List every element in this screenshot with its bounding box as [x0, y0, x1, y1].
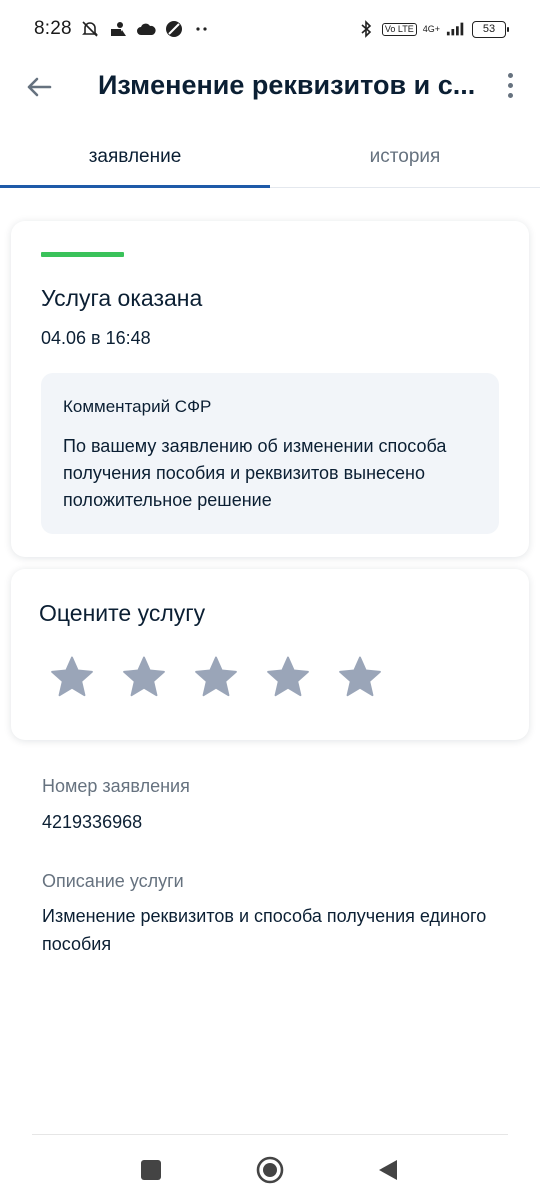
app-bar: Изменение реквизитов и с...	[0, 58, 540, 114]
application-number-value: 4219336968	[42, 812, 143, 832]
status-title: Услуга оказана	[41, 285, 203, 311]
comment-text: По вашему заявлению об изменении способа…	[63, 436, 447, 510]
rating-star-5[interactable]	[337, 654, 383, 700]
status-bar: 8:28 Vo LTE 4G+ 53	[0, 0, 540, 58]
app-notification-icon	[108, 19, 128, 39]
comment-title: Комментарий СФР	[63, 397, 212, 416]
star-icon	[339, 656, 381, 697]
rating-star-1[interactable]	[49, 654, 95, 700]
rating-star-3[interactable]	[193, 654, 239, 700]
comment-box: Комментарий СФР По вашему заявлению об и…	[41, 373, 499, 534]
network-type-label: 4G+	[422, 23, 440, 34]
star-icon	[123, 656, 165, 697]
star-rating	[49, 654, 383, 700]
rating-star-4[interactable]	[265, 654, 311, 700]
more-notifications-icon	[192, 19, 212, 39]
square-icon	[141, 1160, 161, 1180]
tab-bar: заявление история	[0, 126, 540, 188]
cloud-icon	[136, 19, 156, 39]
nav-divider	[32, 1134, 508, 1135]
home-button[interactable]	[254, 1154, 286, 1186]
application-number-label: Номер заявления	[42, 776, 190, 796]
rating-title: Оцените услугу	[39, 600, 206, 626]
status-time: 8:28	[34, 18, 72, 39]
status-left: 8:28	[34, 18, 212, 40]
alarm-off-icon	[80, 19, 100, 39]
signal-icon	[446, 19, 466, 39]
rating-card: Оцените услугу	[11, 569, 529, 740]
battery-indicator: 53	[472, 20, 509, 38]
back-button[interactable]	[22, 70, 56, 104]
status-card: Услуга оказана 04.06 в 16:48 Комментарий…	[11, 221, 529, 557]
back-nav-button[interactable]	[372, 1154, 404, 1186]
circle-icon	[256, 1156, 284, 1184]
vpn-globe-icon	[164, 19, 184, 39]
bluetooth-icon	[356, 19, 376, 39]
volte-badge: Vo LTE	[381, 22, 417, 36]
status-date: 04.06 в 16:48	[41, 328, 151, 348]
rating-star-2[interactable]	[121, 654, 167, 700]
recent-apps-button[interactable]	[135, 1154, 167, 1186]
star-icon	[51, 656, 93, 697]
page-title: Изменение реквизитов и с...	[98, 70, 476, 100]
status-right: Vo LTE 4G+ 53	[356, 19, 509, 39]
service-description-label: Описание услуги	[42, 871, 184, 891]
more-vertical-icon	[507, 72, 513, 78]
arrow-left-icon	[27, 77, 52, 97]
triangle-back-icon	[379, 1160, 397, 1180]
star-icon	[195, 656, 237, 697]
tab-history[interactable]: история	[270, 126, 540, 187]
service-description-value: Изменение реквизитов и способа получения…	[42, 906, 487, 954]
more-menu-button[interactable]	[500, 68, 520, 102]
tab-application[interactable]: заявление	[0, 126, 270, 188]
status-accent-bar	[41, 252, 124, 257]
system-nav-bar	[0, 1140, 540, 1200]
star-icon	[267, 656, 309, 697]
